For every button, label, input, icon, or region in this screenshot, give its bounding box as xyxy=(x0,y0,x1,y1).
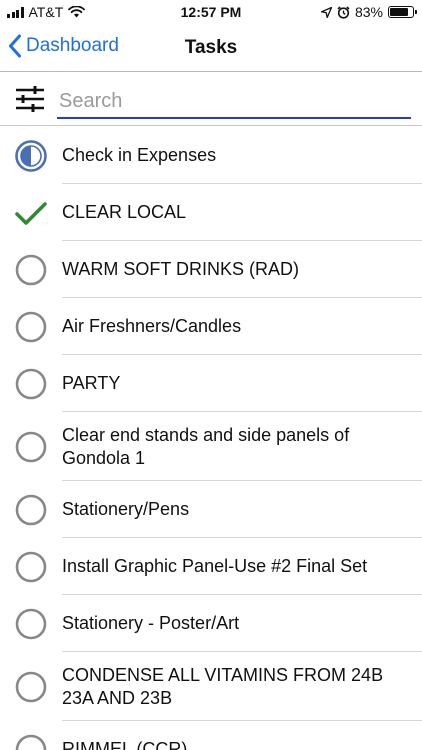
task-label: Stationery/Pens xyxy=(62,499,190,519)
task-row[interactable]: RIMMEL (CCR) xyxy=(0,721,422,750)
task-row[interactable]: WARM SOFT DRINKS (RAD) xyxy=(0,241,422,298)
task-row[interactable]: CLEAR LOCAL xyxy=(0,184,422,241)
battery-percent: 83% xyxy=(354,4,383,20)
status-right: 83% xyxy=(320,4,417,20)
checkmark-icon[interactable] xyxy=(14,196,48,230)
task-row[interactable]: Check in Expenses xyxy=(0,127,422,184)
task-label: RIMMEL (CCR) xyxy=(62,739,188,750)
task-label: Clear end stands and side panels of Gond… xyxy=(62,424,350,468)
empty-circle-icon[interactable] xyxy=(14,493,48,527)
task-row[interactable]: Stationery/Pens xyxy=(0,481,422,538)
status-bar: AT&T 12:57 PM 83% xyxy=(0,0,422,26)
page-title: Tasks xyxy=(184,37,238,58)
task-label: Air Freshners/Candles xyxy=(62,316,242,336)
empty-circle-icon[interactable] xyxy=(14,670,48,704)
task-label: PARTY xyxy=(62,373,121,393)
search-bar xyxy=(0,73,422,126)
task-label: WARM SOFT DRINKS (RAD) xyxy=(62,259,299,279)
task-label: CONDENSE ALL VITAMINS FROM 24B 23A AND 2… xyxy=(62,664,384,708)
alarm-icon xyxy=(337,5,350,19)
task-label: Check in Expenses xyxy=(62,145,217,165)
task-row[interactable]: Stationery - Poster/Art xyxy=(0,595,422,652)
location-icon xyxy=(320,6,332,18)
empty-circle-icon[interactable] xyxy=(14,310,48,344)
empty-circle-icon[interactable] xyxy=(14,367,48,401)
task-label: Install Graphic Panel-Use #2 Final Set xyxy=(62,556,368,576)
task-row[interactable]: PARTY xyxy=(0,355,422,412)
filter-icon[interactable] xyxy=(14,85,46,113)
task-row[interactable]: Air Freshners/Candles xyxy=(0,298,422,355)
empty-circle-icon[interactable] xyxy=(14,253,48,287)
task-list: Check in Expenses CLEAR LOCAL WARM SOFT DR… xyxy=(0,127,422,750)
task-row[interactable]: CONDENSE ALL VITAMINS FROM 24B 23A AND 2… xyxy=(0,652,422,721)
empty-circle-icon[interactable] xyxy=(14,607,48,641)
search-input[interactable] xyxy=(57,85,411,119)
empty-circle-icon[interactable] xyxy=(14,550,48,584)
half-circle-icon[interactable] xyxy=(14,139,48,173)
empty-circle-icon[interactable] xyxy=(14,733,48,750)
task-row[interactable]: Install Graphic Panel-Use #2 Final Set xyxy=(0,538,422,595)
navigation-bar: Dashboard Tasks xyxy=(0,26,422,72)
task-label: CLEAR LOCAL xyxy=(62,202,187,222)
battery-icon xyxy=(388,6,417,18)
empty-circle-icon[interactable] xyxy=(14,430,48,464)
task-row[interactable]: Clear end stands and side panels of Gond… xyxy=(0,412,422,481)
task-label: Stationery - Poster/Art xyxy=(62,613,240,633)
